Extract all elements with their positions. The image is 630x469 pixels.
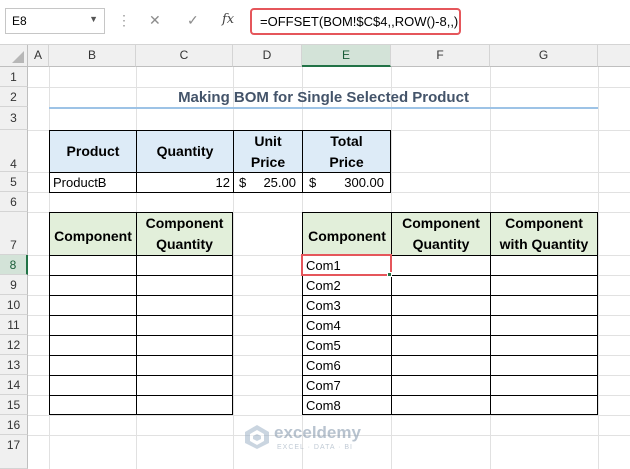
row-header-14[interactable]: 14 — [0, 375, 28, 395]
component-with-quantity-cell[interactable] — [490, 295, 598, 316]
component-with-quantity-cell[interactable] — [490, 335, 598, 356]
right-component-with-quantity-header[interactable]: Component with Quantity — [490, 212, 598, 256]
right-component-quantity-header[interactable]: Component Quantity — [391, 212, 491, 256]
left-quantity-cell[interactable] — [136, 295, 233, 316]
total-price-value: 300.00 — [344, 175, 384, 190]
column-header-d[interactable]: D — [233, 45, 302, 67]
left-component-cell[interactable] — [49, 255, 137, 276]
left-component-cell[interactable] — [49, 375, 137, 396]
row-header-10[interactable]: 10 — [0, 295, 28, 315]
title-underline — [49, 107, 598, 109]
row-header-4[interactable]: 4 — [0, 130, 28, 172]
unit-price-currency: $ — [239, 175, 247, 190]
total-price-header[interactable]: Total Price — [302, 130, 391, 173]
exceldemy-logo-icon — [245, 425, 269, 449]
formula-input[interactable]: =OFFSET(BOM!$C$4,,ROW()-8,,) — [250, 8, 461, 35]
column-header-e[interactable]: E — [302, 45, 391, 67]
name-box[interactable]: E8 ▼ — [5, 8, 105, 34]
row-header-7[interactable]: 7 — [0, 212, 28, 255]
column-header-f[interactable]: F — [391, 45, 490, 67]
cancel-icon[interactable]: ✕ — [149, 12, 161, 29]
component-quantity-cell[interactable] — [391, 315, 491, 336]
column-header-c[interactable]: C — [136, 45, 233, 67]
row-header-11[interactable]: 11 — [0, 315, 28, 335]
unit-price-header[interactable]: Unit Price — [233, 130, 303, 173]
sheet-title[interactable]: Making BOM for Single Selected Product — [49, 88, 598, 107]
left-component-cell[interactable] — [49, 275, 137, 296]
component-cell-com7[interactable]: Com7 — [302, 375, 392, 396]
row-header-8[interactable]: 8 — [0, 255, 28, 275]
total-price-currency: $ — [309, 175, 317, 190]
drag-handle-icon[interactable]: ⋮ — [117, 12, 131, 29]
component-cell-com6[interactable]: Com6 — [302, 355, 392, 376]
name-box-value: E8 — [12, 14, 27, 28]
row-header-17[interactable]: 17 — [0, 435, 28, 469]
component-quantity-cell[interactable] — [391, 395, 491, 415]
left-component-cell[interactable] — [49, 395, 137, 415]
quantity-header[interactable]: Quantity — [136, 130, 234, 173]
component-with-quantity-cell[interactable] — [490, 275, 598, 296]
component-with-quantity-cell[interactable] — [490, 315, 598, 336]
component-cell-com3[interactable]: Com3 — [302, 295, 392, 316]
unit-price-cell[interactable]: $ 25.00 — [233, 172, 303, 193]
row-header-13[interactable]: 13 — [0, 355, 28, 375]
watermark-tagline: EXCEL · DATA · BI — [277, 444, 353, 451]
exceldemy-watermark: exceldemy EXCEL · DATA · BI — [244, 420, 394, 460]
formula-text: =OFFSET(BOM!$C$4,,ROW()-8,,) — [260, 14, 459, 29]
product-header[interactable]: Product — [49, 130, 137, 173]
row-header-6[interactable]: 6 — [0, 192, 28, 212]
row-header-16[interactable]: 16 — [0, 415, 28, 435]
enter-icon[interactable]: ✓ — [187, 12, 199, 29]
component-quantity-cell[interactable] — [391, 295, 491, 316]
row-header-3[interactable]: 3 — [0, 107, 28, 130]
column-header-g[interactable]: G — [490, 45, 598, 67]
active-cell-selection[interactable] — [301, 254, 392, 276]
left-quantity-cell[interactable] — [136, 335, 233, 356]
column-header-b[interactable]: B — [49, 45, 136, 67]
component-cell-com8[interactable]: Com8 — [302, 395, 392, 415]
component-quantity-cell[interactable] — [391, 335, 491, 356]
component-with-quantity-cell[interactable] — [490, 255, 598, 276]
left-component-header[interactable]: Component — [49, 212, 137, 256]
left-component-cell[interactable] — [49, 295, 137, 316]
component-with-quantity-cell[interactable] — [490, 355, 598, 376]
row-header-12[interactable]: 12 — [0, 335, 28, 355]
fill-handle[interactable] — [387, 272, 392, 277]
row-header-5[interactable]: 5 — [0, 172, 28, 192]
left-component-cell[interactable] — [49, 355, 137, 376]
total-price-cell[interactable]: $ 300.00 — [302, 172, 391, 193]
right-component-header[interactable]: Component — [302, 212, 392, 256]
component-quantity-cell[interactable] — [391, 375, 491, 396]
component-quantity-cell[interactable] — [391, 355, 491, 376]
left-quantity-cell[interactable] — [136, 395, 233, 415]
component-cell-com5[interactable]: Com5 — [302, 335, 392, 356]
component-quantity-cell[interactable] — [391, 255, 491, 276]
row-header-1[interactable]: 1 — [0, 67, 28, 87]
component-with-quantity-cell[interactable] — [490, 395, 598, 415]
row-header-2[interactable]: 2 — [0, 87, 28, 107]
unit-price-value: 25.00 — [263, 175, 296, 190]
left-quantity-cell[interactable] — [136, 375, 233, 396]
chevron-down-icon[interactable]: ▼ — [89, 14, 98, 24]
column-header-a[interactable]: A — [28, 45, 49, 67]
quantity-value[interactable]: 12 — [136, 172, 234, 193]
left-component-quantity-header[interactable]: Component Quantity — [136, 212, 233, 256]
product-value[interactable]: ProductB — [49, 172, 137, 193]
left-component-cell[interactable] — [49, 315, 137, 336]
row-header-15[interactable]: 15 — [0, 395, 28, 415]
insert-function-icon[interactable]: fx — [222, 12, 234, 27]
left-quantity-cell[interactable] — [136, 355, 233, 376]
component-with-quantity-cell[interactable] — [490, 375, 598, 396]
left-quantity-cell[interactable] — [136, 315, 233, 336]
select-all-corner[interactable] — [0, 45, 28, 67]
left-quantity-cell[interactable] — [136, 255, 233, 276]
left-component-cell[interactable] — [49, 335, 137, 356]
component-cell-com4[interactable]: Com4 — [302, 315, 392, 336]
row-header-9[interactable]: 9 — [0, 275, 28, 295]
watermark-brand: exceldemy — [274, 423, 361, 442]
component-quantity-cell[interactable] — [391, 275, 491, 296]
left-quantity-cell[interactable] — [136, 275, 233, 296]
component-cell-com2[interactable]: Com2 — [302, 275, 392, 296]
column-header-h[interactable] — [598, 45, 630, 67]
